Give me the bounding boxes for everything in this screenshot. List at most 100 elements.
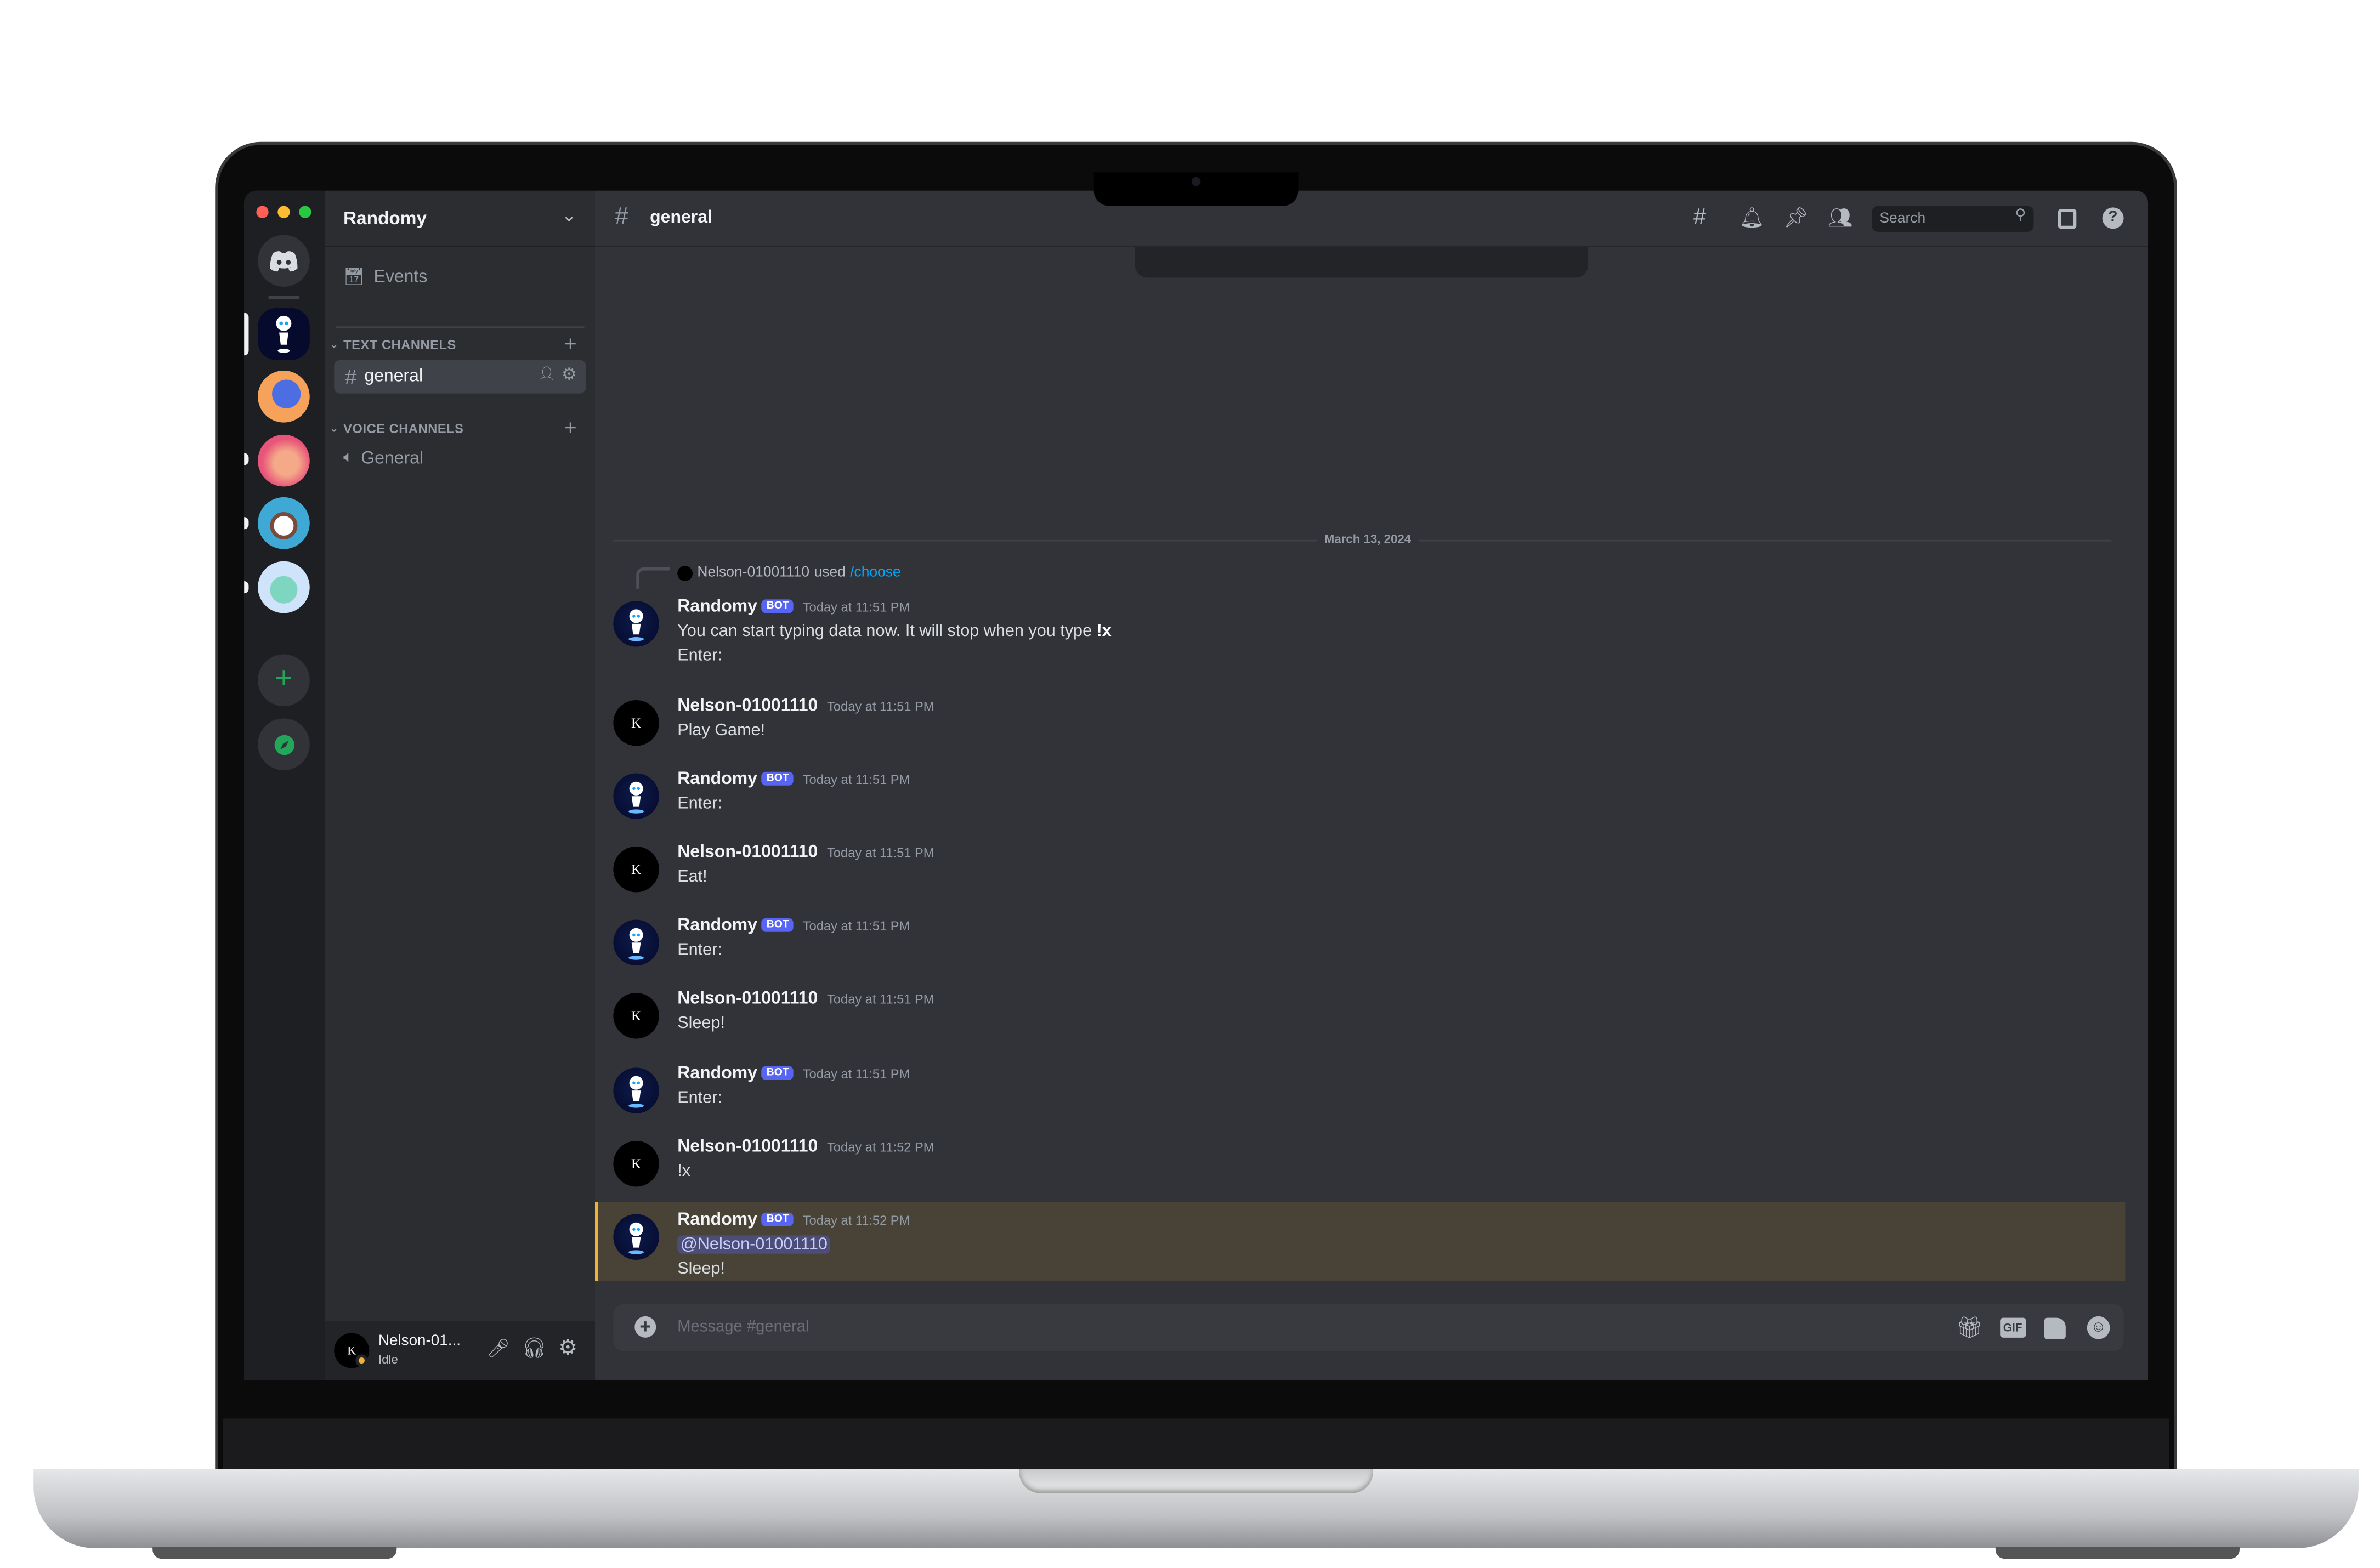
- sticker-icon[interactable]: [2044, 1317, 2066, 1339]
- message-text: Sleep!: [677, 1014, 726, 1033]
- bot-badge: BOT: [762, 918, 794, 932]
- avatar-letter: K: [631, 1008, 642, 1024]
- avatar[interactable]: K: [613, 1140, 659, 1187]
- author-name[interactable]: Nelson-01001110: [677, 990, 818, 1008]
- author-name[interactable]: Randomy: [677, 598, 757, 616]
- headphones-icon[interactable]: 🎧︎: [522, 1336, 547, 1361]
- voice-channel-general[interactable]: 🔈︎ General: [343, 448, 423, 468]
- explore-servers-button[interactable]: [258, 718, 310, 770]
- discord-window: + Randomy ⌄ 📅︎ Events ⌄ TEXT CHANNELS +: [244, 190, 2149, 1380]
- author-name[interactable]: Randomy: [677, 770, 757, 788]
- divider: [268, 296, 299, 299]
- author-name[interactable]: Randomy: [677, 1211, 757, 1229]
- message-author[interactable]: Randomy BOT Today at 11:51 PM: [677, 598, 910, 616]
- server-header[interactable]: Randomy ⌄: [325, 191, 595, 247]
- upload-plus-icon[interactable]: +: [634, 1315, 656, 1338]
- gif-icon[interactable]: GIF: [2000, 1317, 2026, 1338]
- laptop-bezel: [223, 1418, 2170, 1472]
- create-channel-plus-icon[interactable]: +: [564, 415, 577, 440]
- help-icon[interactable]: ?: [2102, 207, 2124, 229]
- avatar[interactable]: K: [613, 700, 659, 746]
- command-user[interactable]: Nelson-01001110: [697, 564, 809, 581]
- selected-indicator: [244, 313, 249, 356]
- channel-item-general[interactable]: # general 👤︎ ⚙: [334, 360, 586, 394]
- server-randomy[interactable]: [258, 308, 310, 360]
- gear-icon[interactable]: ⚙: [562, 365, 576, 384]
- pin-icon[interactable]: 📌︎: [1783, 206, 1809, 231]
- user-mention[interactable]: @Nelson-01001110: [677, 1235, 831, 1254]
- avatar[interactable]: K: [613, 847, 659, 893]
- events-item[interactable]: 📅︎ Events: [343, 267, 427, 287]
- timestamp: Today at 11:51 PM: [827, 991, 934, 1007]
- home-button[interactable]: [258, 235, 310, 287]
- username[interactable]: Nelson-01...: [378, 1333, 461, 1350]
- message-composer[interactable]: + Message #general 🎁︎ GIF ☺: [613, 1304, 2124, 1351]
- chevron-down-icon: ⌄: [561, 204, 577, 226]
- member-list-icon[interactable]: 👥︎: [1828, 206, 1853, 231]
- message-text: !x: [677, 1162, 691, 1181]
- avatar[interactable]: K: [613, 993, 659, 1039]
- bold-text: !x: [1096, 622, 1112, 641]
- command-link[interactable]: /choose: [850, 564, 901, 581]
- server-rail: +: [244, 190, 325, 1380]
- laptop-foot: [152, 1546, 397, 1559]
- message-text: Enter:: [677, 941, 722, 959]
- add-server-button[interactable]: +: [258, 654, 310, 707]
- avatar[interactable]: [613, 1214, 659, 1260]
- gift-icon[interactable]: 🎁︎: [1956, 1315, 1983, 1340]
- message-author[interactable]: Nelson-01001110 Today at 11:52 PM: [677, 1138, 934, 1156]
- voice-channels-category[interactable]: ⌄ VOICE CHANNELS +: [330, 415, 577, 440]
- author-name[interactable]: Randomy: [677, 1065, 757, 1083]
- search-input[interactable]: Search ⚲: [1872, 206, 2034, 232]
- minimize-window-button[interactable]: [277, 206, 290, 218]
- message-author[interactable]: Randomy BOT Today at 11:51 PM: [677, 770, 910, 788]
- author-name[interactable]: Randomy: [677, 917, 757, 935]
- message-author[interactable]: Randomy BOT Today at 11:51 PM: [677, 1065, 910, 1083]
- invite-user-icon[interactable]: 👤︎: [538, 366, 556, 383]
- message-author[interactable]: Randomy BOT Today at 11:52 PM: [677, 1211, 910, 1229]
- microphone-icon[interactable]: 🎤︎: [486, 1338, 509, 1359]
- avatar[interactable]: [613, 773, 659, 819]
- create-channel-plus-icon[interactable]: +: [564, 331, 577, 356]
- message-author[interactable]: Nelson-01001110 Today at 11:51 PM: [677, 990, 934, 1008]
- robot-avatar-icon: [628, 781, 644, 814]
- author-name[interactable]: Nelson-01001110: [677, 843, 818, 861]
- chevron-down-icon: ⌄: [329, 340, 339, 351]
- author-name[interactable]: Nelson-01001110: [677, 697, 818, 715]
- message-author[interactable]: Nelson-01001110 Today at 11:51 PM: [677, 697, 934, 715]
- author-name[interactable]: Nelson-01001110: [677, 1138, 818, 1156]
- message-text: Enter:: [677, 1089, 722, 1107]
- server-icon[interactable]: [258, 371, 310, 423]
- inbox-icon[interactable]: [2058, 209, 2077, 229]
- avatar-letter: K: [347, 1343, 356, 1357]
- avatar[interactable]: [613, 1067, 659, 1113]
- text-channels-category[interactable]: ⌄ TEXT CHANNELS +: [329, 331, 577, 356]
- threads-icon[interactable]: #: [1693, 204, 1706, 230]
- robot-avatar-icon: [628, 928, 644, 960]
- bot-badge: BOT: [762, 599, 794, 613]
- hashtag-icon: #: [344, 364, 357, 389]
- user-settings-gear-icon[interactable]: ⚙: [558, 1334, 577, 1360]
- bell-icon[interactable]: 🔔︎: [1739, 206, 1764, 231]
- category-label: VOICE CHANNELS: [343, 421, 464, 436]
- message-input-placeholder[interactable]: Message #general: [677, 1318, 809, 1336]
- server-icon[interactable]: [258, 434, 310, 487]
- close-window-button[interactable]: [256, 206, 269, 218]
- channel-header: # general # 🔔︎ 📌︎ 👥︎ Search ⚲ ?: [594, 190, 2149, 247]
- robot-avatar-icon: [628, 1222, 644, 1254]
- timestamp: Today at 11:51 PM: [802, 599, 910, 615]
- unread-indicator: [244, 581, 249, 594]
- avatar[interactable]: [613, 601, 659, 647]
- server-icon[interactable]: [258, 497, 310, 549]
- channel-name: general: [364, 367, 423, 386]
- emoji-icon[interactable]: ☺: [2087, 1316, 2110, 1339]
- message-text: You can start typing data now. It will s…: [677, 622, 1112, 641]
- server-icon[interactable]: [258, 561, 310, 613]
- message-author[interactable]: Randomy BOT Today at 11:51 PM: [677, 917, 910, 935]
- timestamp: Today at 11:51 PM: [802, 771, 910, 787]
- user-status: Idle: [378, 1353, 398, 1367]
- message-author[interactable]: Nelson-01001110 Today at 11:51 PM: [677, 843, 934, 861]
- robot-avatar-icon: [628, 1076, 644, 1108]
- zoom-window-button[interactable]: [299, 206, 311, 218]
- avatar[interactable]: [613, 919, 659, 966]
